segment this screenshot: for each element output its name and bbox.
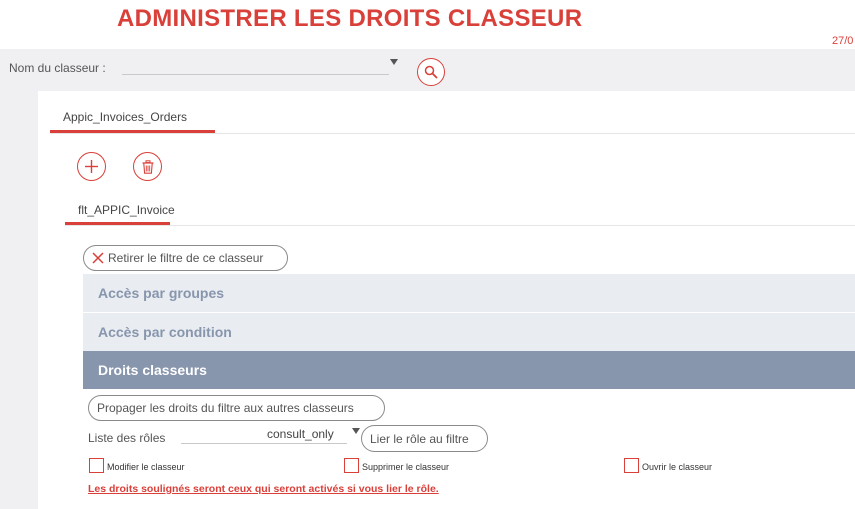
link-role-label: Lier le rôle au filtre bbox=[370, 431, 469, 446]
search-icon bbox=[424, 65, 438, 79]
checkbox-supprimer[interactable] bbox=[344, 458, 359, 473]
section-acces-groupes[interactable]: Accès par groupes bbox=[83, 274, 855, 312]
section-droits-classeurs[interactable]: Droits classeurs bbox=[83, 351, 855, 389]
chevron-down-icon[interactable] bbox=[352, 428, 360, 434]
tab-filter-label[interactable]: flt_APPIC_Invoice bbox=[78, 203, 175, 217]
roles-select[interactable]: consult_only bbox=[267, 427, 334, 441]
section-acces-condition[interactable]: Accès par condition bbox=[83, 313, 855, 351]
plus-icon bbox=[85, 160, 98, 173]
tab-separator bbox=[50, 133, 855, 134]
tab-classeur-active-indicator bbox=[50, 130, 215, 133]
checkbox-modifier-label: Modifier le classeur bbox=[107, 462, 185, 472]
link-role-button[interactable]: Lier le rôle au filtre bbox=[361, 425, 488, 452]
checkbox-ouvrir[interactable] bbox=[624, 458, 639, 473]
roles-label: Liste des rôles bbox=[88, 431, 166, 445]
remove-filter-button[interactable]: Retirer le filtre de ce classeur bbox=[83, 245, 288, 271]
date-label: 27/0 bbox=[832, 35, 854, 47]
warning-text: Les droits soulignés seront ceux qui ser… bbox=[88, 483, 439, 495]
search-button[interactable] bbox=[417, 58, 445, 86]
left-gutter bbox=[0, 91, 38, 509]
section-acces-groupes-label: Accès par groupes bbox=[98, 285, 225, 301]
add-filter-button[interactable] bbox=[77, 152, 106, 181]
propagate-rights-button[interactable]: Propager les droits du filtre aux autres… bbox=[88, 395, 385, 421]
tab-classeur-label[interactable]: Appic_Invoices_Orders bbox=[63, 110, 187, 124]
checkbox-ouvrir-label: Ouvrir le classeur bbox=[642, 462, 713, 472]
section-droits-classeurs-label: Droits classeurs bbox=[98, 362, 207, 378]
trash-icon bbox=[142, 159, 153, 174]
filter-tab-separator bbox=[65, 225, 855, 226]
delete-filter-button[interactable] bbox=[133, 152, 162, 181]
propagate-rights-label: Propager les droits du filtre aux autres… bbox=[97, 401, 354, 415]
section-acces-condition-label: Accès par condition bbox=[98, 324, 232, 340]
close-icon bbox=[92, 252, 104, 264]
classeur-name-label: Nom du classeur : bbox=[9, 61, 106, 75]
checkbox-modifier[interactable] bbox=[89, 458, 104, 473]
checkbox-supprimer-label: Supprimer le classeur bbox=[362, 462, 450, 472]
tab-filter-active-indicator bbox=[65, 222, 170, 225]
roles-select-line bbox=[181, 443, 347, 444]
classeur-name-select[interactable] bbox=[122, 74, 389, 75]
page-title: ADMINISTRER LES DROITS CLASSEUR bbox=[117, 5, 583, 32]
remove-filter-label: Retirer le filtre de ce classeur bbox=[108, 251, 264, 265]
chevron-down-icon[interactable] bbox=[390, 59, 398, 65]
